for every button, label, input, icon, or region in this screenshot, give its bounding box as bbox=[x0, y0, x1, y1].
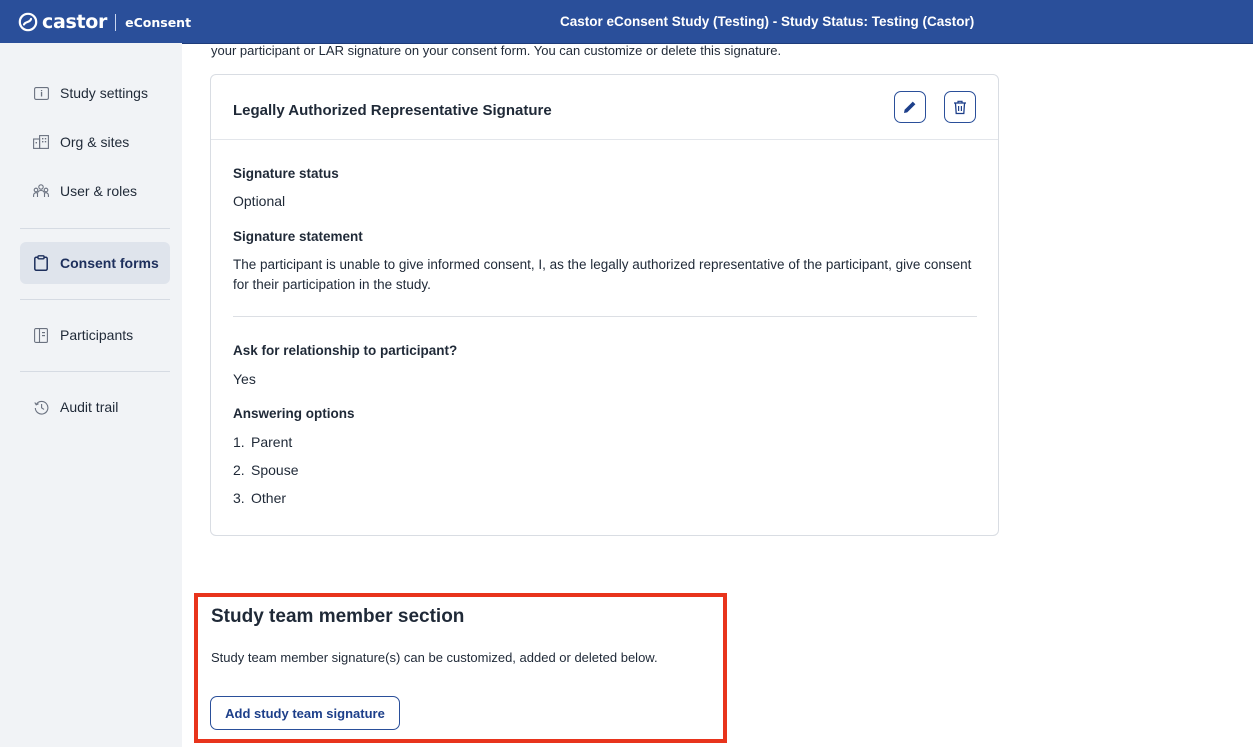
trash-icon bbox=[954, 100, 966, 114]
logo-separator bbox=[115, 13, 117, 31]
history-icon bbox=[33, 399, 49, 415]
sidebar-divider bbox=[20, 228, 170, 229]
card-title: Legally Authorized Representative Signat… bbox=[233, 102, 552, 119]
card-divider bbox=[233, 316, 977, 317]
option-number: 2. bbox=[233, 462, 245, 478]
answering-options-label: Answering options bbox=[233, 406, 355, 421]
sidebar-item-label: Study settings bbox=[60, 85, 148, 101]
option-number: 3. bbox=[233, 490, 245, 506]
option-label: Other bbox=[251, 490, 287, 506]
signature-status-value: Optional bbox=[233, 193, 286, 209]
list-item: 2. Spouse bbox=[233, 462, 298, 478]
list-item: 1. Parent bbox=[233, 434, 292, 450]
study-team-section-title: Study team member section bbox=[211, 606, 465, 627]
sidebar-divider bbox=[20, 299, 170, 300]
sidebar-divider bbox=[20, 371, 170, 372]
lar-signature-card: Legally Authorized Representative Signat… bbox=[210, 74, 999, 536]
study-team-section-description: Study team member signature(s) can be cu… bbox=[211, 650, 658, 665]
logo-product-name: eConsent bbox=[125, 14, 192, 30]
building-icon bbox=[33, 134, 49, 150]
sidebar-item-audit-trail[interactable]: Audit trail bbox=[20, 386, 170, 428]
clipboard-icon bbox=[33, 255, 49, 271]
users-icon bbox=[33, 183, 49, 199]
logo-text: castor bbox=[42, 11, 108, 33]
sidebar-item-label: Org & sites bbox=[60, 134, 130, 150]
signature-statement-value: The participant is unable to give inform… bbox=[233, 257, 972, 292]
signature-status-label: Signature status bbox=[233, 166, 339, 181]
edit-signature-button[interactable] bbox=[894, 91, 926, 123]
card-header: Legally Authorized Representative Signat… bbox=[211, 75, 998, 140]
top-bar: castor eConsent Castor eConsent Study (T… bbox=[0, 0, 1253, 44]
pencil-icon bbox=[904, 101, 916, 113]
option-label: Spouse bbox=[251, 462, 299, 478]
sidebar-item-org-sites[interactable]: Org & sites bbox=[20, 121, 170, 163]
sidebar-item-label: Participants bbox=[60, 327, 134, 343]
option-number: 1. bbox=[233, 434, 245, 450]
sidebar-item-study-settings[interactable]: Study settings bbox=[20, 72, 170, 114]
signature-statement-label: Signature statement bbox=[233, 229, 363, 244]
delete-signature-button[interactable] bbox=[944, 91, 976, 123]
sidebar-item-participants[interactable]: Participants bbox=[20, 314, 170, 356]
castor-logo[interactable]: castor eConsent bbox=[18, 11, 191, 33]
add-study-team-signature-button[interactable]: Add study team signature bbox=[210, 696, 400, 730]
sidebar-item-user-roles[interactable]: User & roles bbox=[20, 170, 170, 212]
relationship-question-value: Yes bbox=[233, 371, 256, 387]
id-card-icon bbox=[33, 327, 49, 343]
sidebar: Study settings Org & sites User & roles … bbox=[0, 43, 182, 747]
sidebar-item-consent-forms[interactable]: Consent forms bbox=[20, 242, 170, 284]
study-title: Castor eConsent Study (Testing) - Study … bbox=[560, 14, 975, 29]
lar-intro-text: your participant or LAR signature on you… bbox=[211, 43, 782, 58]
option-label: Parent bbox=[251, 434, 293, 450]
sidebar-item-label: Audit trail bbox=[60, 399, 119, 415]
sidebar-item-label: Consent forms bbox=[60, 255, 159, 271]
sidebar-item-label: User & roles bbox=[60, 183, 138, 199]
relationship-question-label: Ask for relationship to participant? bbox=[233, 343, 458, 358]
castor-logo-icon bbox=[18, 12, 38, 32]
info-box-icon bbox=[33, 85, 49, 101]
list-item: 3. Other bbox=[233, 490, 286, 506]
